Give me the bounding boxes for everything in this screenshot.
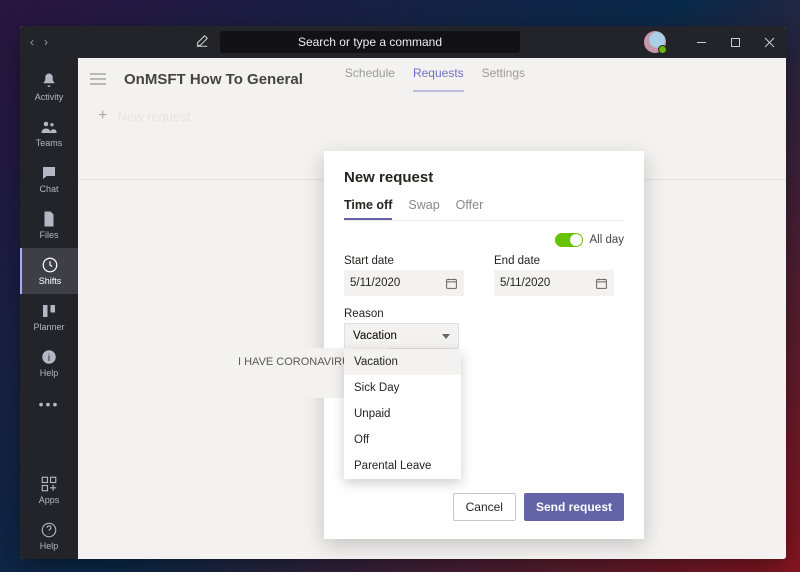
reason-option[interactable]: Sick Day xyxy=(344,375,461,401)
app-rail: Activity Teams Chat Files Shifts xyxy=(20,58,78,559)
help-icon xyxy=(40,521,58,539)
start-date-input[interactable]: 5/11/2020 xyxy=(344,270,464,296)
presence-badge xyxy=(658,45,667,54)
chat-icon xyxy=(40,164,58,182)
new-request-modal: New request Time off Swap Offer All day … xyxy=(324,151,644,539)
rail-label: Activity xyxy=(35,92,64,102)
end-date-label: End date xyxy=(494,255,614,267)
chevron-down-icon xyxy=(442,334,450,339)
compose-icon[interactable] xyxy=(188,34,216,51)
apps-icon xyxy=(40,475,58,493)
sub-toolbar: + New request xyxy=(78,100,786,132)
modal-title: New request xyxy=(344,169,624,186)
calendar-icon xyxy=(445,277,458,290)
reason-selected-value: Vacation xyxy=(353,330,397,342)
shifts-icon xyxy=(41,256,59,274)
avatar[interactable] xyxy=(644,31,666,53)
reason-label: Reason xyxy=(344,308,624,320)
reason-option[interactable]: Vacation xyxy=(344,349,461,375)
team-title: OnMSFT How To General xyxy=(124,71,303,88)
svg-text:i: i xyxy=(48,353,50,364)
rail-shifts[interactable]: Shifts xyxy=(20,248,78,294)
rail-label: Shifts xyxy=(39,276,62,286)
main-tabs: Schedule Requests Settings xyxy=(345,66,525,92)
planner-icon xyxy=(40,302,58,320)
rail-label: Files xyxy=(39,230,58,240)
app-window: ‹ › Search or type a command xyxy=(20,26,786,559)
start-date-value: 5/11/2020 xyxy=(350,277,400,289)
rail-label: Help xyxy=(40,368,59,378)
cancel-button[interactable]: Cancel xyxy=(453,493,516,521)
back-button[interactable]: ‹ xyxy=(30,35,34,49)
rail-help[interactable]: i Help xyxy=(20,340,78,386)
tab-requests[interactable]: Requests xyxy=(413,66,464,92)
hamburger-icon[interactable] xyxy=(90,73,106,85)
modal-tab-timeoff[interactable]: Time off xyxy=(344,198,392,220)
close-button[interactable] xyxy=(752,26,786,58)
reason-option[interactable]: Unpaid xyxy=(344,401,461,427)
rail-files[interactable]: Files xyxy=(20,202,78,248)
minimize-button[interactable] xyxy=(684,26,718,58)
modal-tab-swap[interactable]: Swap xyxy=(408,198,439,220)
reason-dropdown: Vacation Sick Day Unpaid Off Parental Le… xyxy=(344,349,461,479)
help-icon: i xyxy=(40,348,58,366)
rail-help-bottom[interactable]: Help xyxy=(20,513,78,559)
main-header: OnMSFT How To General Schedule Requests … xyxy=(78,58,786,100)
rail-label: Apps xyxy=(39,495,60,505)
rail-label: Planner xyxy=(33,322,64,332)
end-date-input[interactable]: 5/11/2020 xyxy=(494,270,614,296)
maximize-button[interactable] xyxy=(718,26,752,58)
reason-option[interactable]: Parental Leave xyxy=(344,453,461,479)
rail-planner[interactable]: Planner xyxy=(20,294,78,340)
rail-label: Teams xyxy=(36,138,63,148)
forward-button[interactable]: › xyxy=(44,35,48,49)
rail-teams[interactable]: Teams xyxy=(20,110,78,156)
files-icon xyxy=(40,210,58,228)
search-input[interactable]: Search or type a command xyxy=(220,31,520,53)
allday-toggle[interactable] xyxy=(555,233,583,247)
rail-chat[interactable]: Chat xyxy=(20,156,78,202)
new-request-button[interactable]: New request xyxy=(117,109,190,124)
plus-icon: + xyxy=(98,108,107,124)
send-request-button[interactable]: Send request xyxy=(524,493,624,521)
main-content: OnMSFT How To General Schedule Requests … xyxy=(78,58,786,559)
tab-settings[interactable]: Settings xyxy=(482,66,525,92)
rail-activity[interactable]: Activity xyxy=(20,64,78,110)
rail-label: Chat xyxy=(39,184,58,194)
reason-select[interactable]: Vacation Vacation Sick Day Unpaid Off Pa… xyxy=(344,323,459,349)
modal-tab-offer[interactable]: Offer xyxy=(456,198,484,220)
rail-label: Help xyxy=(40,541,59,551)
reason-option[interactable]: Off xyxy=(344,427,461,453)
calendar-icon xyxy=(595,277,608,290)
rail-more-button[interactable]: ••• xyxy=(20,386,78,422)
tab-schedule[interactable]: Schedule xyxy=(345,66,395,92)
start-date-label: Start date xyxy=(344,255,464,267)
allday-label: All day xyxy=(589,234,624,246)
modal-tabs: Time off Swap Offer xyxy=(344,198,624,221)
note-text-value: I HAVE CORONAVIRUS xyxy=(238,356,357,368)
bell-icon xyxy=(40,72,58,90)
title-bar: ‹ › Search or type a command xyxy=(20,26,786,58)
rail-apps[interactable]: Apps xyxy=(20,467,78,513)
search-placeholder: Search or type a command xyxy=(298,35,442,49)
teams-icon xyxy=(40,118,58,136)
end-date-value: 5/11/2020 xyxy=(500,277,550,289)
